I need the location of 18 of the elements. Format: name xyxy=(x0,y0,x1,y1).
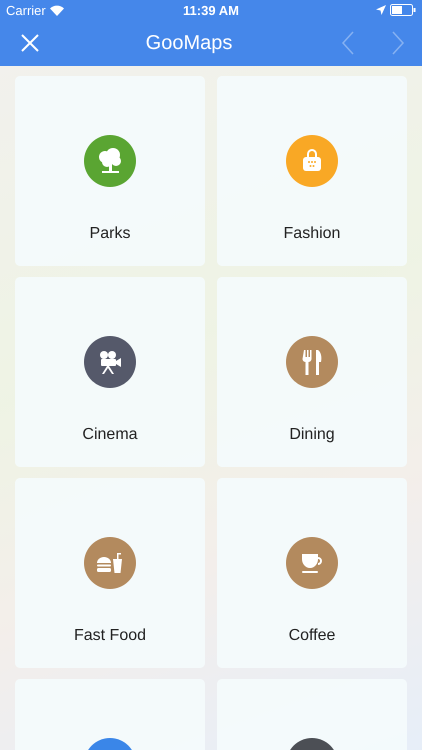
category-label: Parks xyxy=(90,225,130,243)
battery-icon xyxy=(390,4,416,16)
category-label: Cinema xyxy=(82,426,138,444)
category-card[interactable]: Dining xyxy=(217,277,407,467)
category-card[interactable]: Fashion xyxy=(217,76,407,266)
location-arrow-icon xyxy=(376,5,386,15)
category-card[interactable]: Cinema xyxy=(15,277,205,467)
category-label: Dining xyxy=(289,426,335,444)
category-card[interactable]: Coffee xyxy=(217,478,407,668)
wifi-icon xyxy=(50,4,64,16)
category-label: Fast Food xyxy=(74,627,146,645)
category-label: Coffee xyxy=(288,627,336,645)
category-card[interactable]: Fast Food xyxy=(15,478,205,668)
carrier-name: Carrier xyxy=(6,2,46,18)
status-time: 11:39 AM xyxy=(183,2,239,18)
app-title: GooMaps xyxy=(146,32,232,54)
category-card[interactable]: Parks xyxy=(15,76,205,266)
category-label: Fashion xyxy=(284,225,340,243)
